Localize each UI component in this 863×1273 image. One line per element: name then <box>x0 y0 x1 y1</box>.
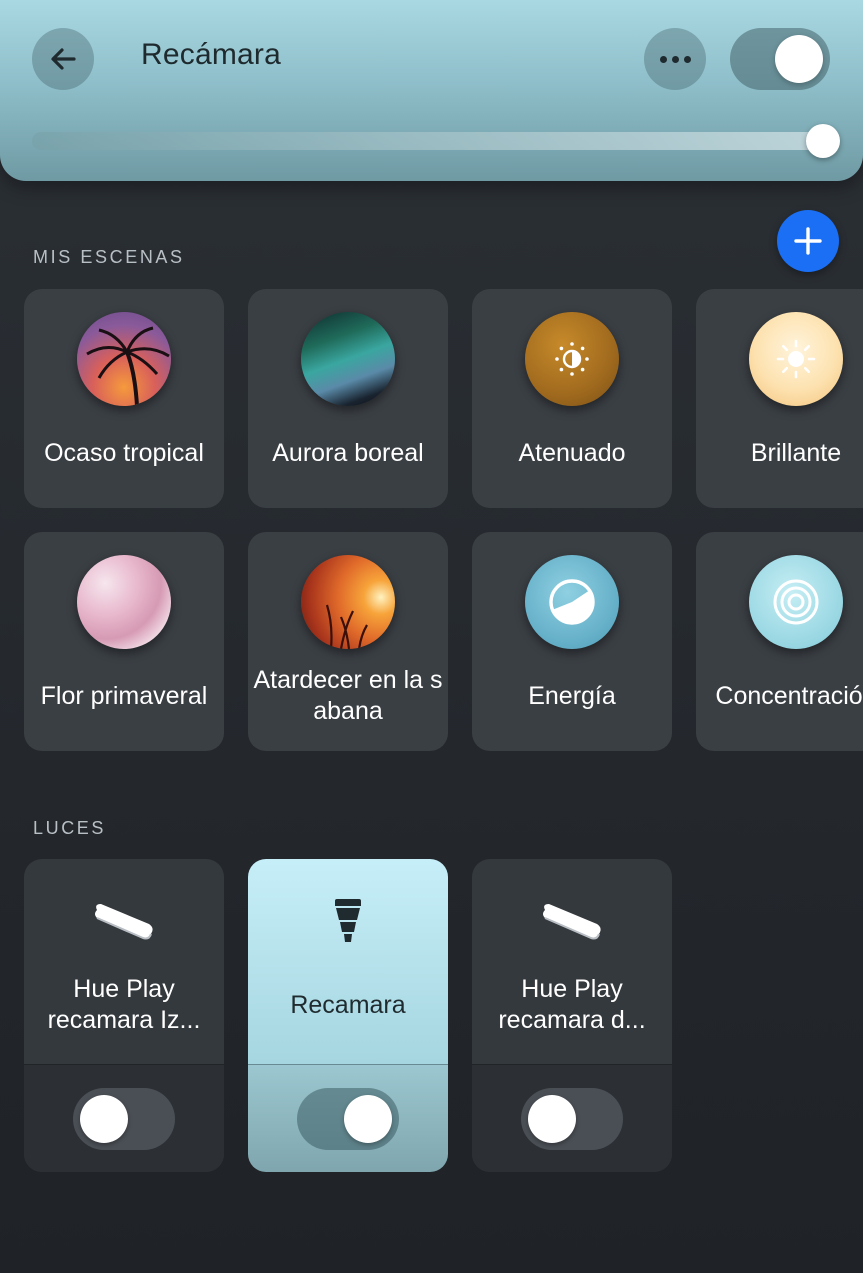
room-power-toggle[interactable] <box>730 28 830 90</box>
scene-name: Brillante <box>750 438 842 467</box>
light-name: Hue Play recamara d... <box>498 975 646 1034</box>
dim-sun-icon <box>555 342 589 376</box>
light-card-bottom <box>472 1064 672 1172</box>
energize-thumbnail <box>525 555 619 649</box>
toggle-knob <box>344 1095 392 1143</box>
toggle-knob <box>775 35 823 83</box>
scene-name: Aurora boreal <box>272 438 424 467</box>
light-card-bottom <box>248 1064 448 1172</box>
light-name: Recamara <box>290 990 406 1019</box>
dot <box>671 55 679 63</box>
tropical-sunset-thumbnail <box>77 312 171 406</box>
scene-card-ocaso-tropical[interactable]: Ocaso tropical <box>24 289 224 508</box>
light-card-recamara[interactable]: Recamara <box>248 859 448 1172</box>
concentrate-icon <box>773 579 819 625</box>
scene-name: Concentración <box>715 681 863 710</box>
light-card-hue-play-izq[interactable]: Hue Play recamara Iz... <box>24 859 224 1172</box>
scene-name: Ocaso tropical <box>44 438 204 467</box>
scene-name: Atenuado <box>518 438 626 467</box>
bulb-icon <box>248 897 448 947</box>
aurora-thumbnail <box>301 312 395 406</box>
light-power-toggle[interactable] <box>73 1088 175 1150</box>
scene-name: Flor primaveral <box>40 681 208 710</box>
spring-blossom-thumbnail <box>77 555 171 649</box>
scene-card-atenuado[interactable]: Atenuado <box>472 289 672 508</box>
scene-card-energia[interactable]: Energía <box>472 532 672 751</box>
grass-icon <box>325 604 368 649</box>
toggle-knob <box>80 1095 128 1143</box>
scene-card-brillante[interactable]: Brillante <box>696 289 863 508</box>
light-card-top: Hue Play recamara d... <box>472 859 672 1064</box>
brightness-slider-thumb[interactable] <box>806 124 840 158</box>
room-header: Recámara <box>0 0 863 181</box>
light-card-bottom <box>24 1064 224 1172</box>
light-card-top: Recamara <box>248 859 448 1064</box>
savanna-sunset-thumbnail <box>301 555 395 649</box>
more-options-button[interactable] <box>644 28 706 90</box>
light-name: Hue Play recamara Iz... <box>47 975 201 1034</box>
bright-thumbnail <box>749 312 843 406</box>
scene-name: Energía <box>528 681 616 710</box>
plus-icon <box>794 227 822 255</box>
concentrate-thumbnail <box>749 555 843 649</box>
palm-tree-icon <box>86 326 170 406</box>
light-card-hue-play-der[interactable]: Hue Play recamara d... <box>472 859 672 1172</box>
page-title: Recámara <box>141 38 281 71</box>
scene-card-atardecer-sabana[interactable]: Atardecer en la sabana <box>248 532 448 751</box>
brightness-slider[interactable] <box>32 132 832 150</box>
energize-icon <box>549 579 595 625</box>
back-button[interactable] <box>32 28 94 90</box>
dot <box>659 55 667 63</box>
scene-card-flor-primaveral[interactable]: Flor primaveral <box>24 532 224 751</box>
add-scene-button[interactable] <box>777 210 839 272</box>
toggle-knob <box>528 1095 576 1143</box>
scene-name: Atardecer en la sabana <box>253 666 443 725</box>
light-power-toggle[interactable] <box>521 1088 623 1150</box>
scenes-section-label: MIS ESCENAS <box>33 247 185 267</box>
bright-sun-icon <box>776 339 816 379</box>
scene-card-aurora-boreal[interactable]: Aurora boreal <box>248 289 448 508</box>
light-card-top: Hue Play recamara Iz... <box>24 859 224 1064</box>
dot <box>683 55 691 63</box>
light-power-toggle[interactable] <box>297 1088 399 1150</box>
lights-section-label: LUCES <box>33 818 107 838</box>
dim-thumbnail <box>525 312 619 406</box>
light-bar-icon <box>472 897 672 947</box>
scene-card-concentracion[interactable]: Concentración <box>696 532 863 751</box>
light-bar-icon <box>24 897 224 947</box>
arrow-left-icon <box>51 48 76 70</box>
